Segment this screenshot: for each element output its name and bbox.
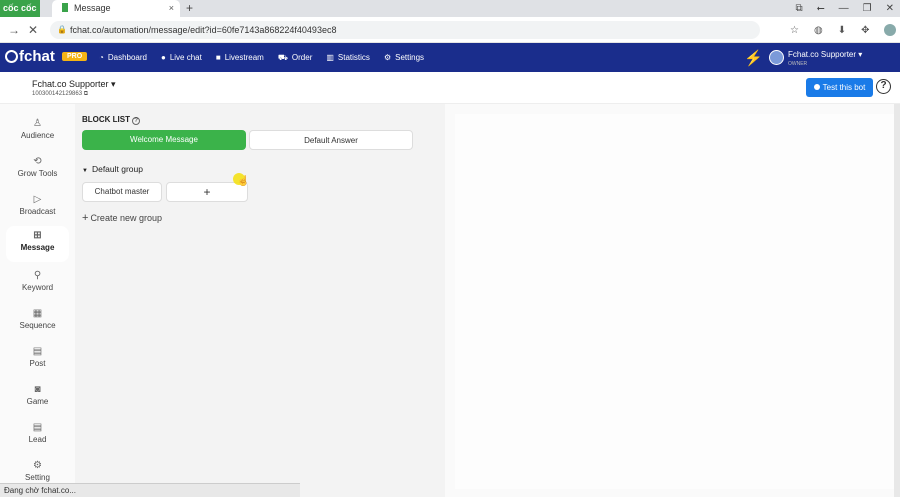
stop-loading-icon[interactable]: ✕ (28, 17, 38, 43)
editor-canvas (455, 114, 895, 489)
add-block-button[interactable]: + (166, 182, 248, 202)
default-answer-button[interactable]: Default Answer (249, 130, 413, 150)
create-new-group-link[interactable]: + Create new group (82, 212, 162, 224)
download-box-icon[interactable]: ⬇ (838, 25, 846, 36)
browser-tab-strip: cốc cốc Message × + ⧉ ⭠ — ❐ ✕ (0, 0, 900, 17)
grow-tools-icon: ⟲ (33, 156, 42, 167)
block-list-title: BLOCK LIST? (82, 115, 140, 125)
fchat-logo[interactable]: fchat (5, 48, 55, 66)
close-window-icon[interactable]: ✕ (886, 0, 894, 17)
keyword-icon: ⚲ (33, 270, 42, 281)
nav-livestream[interactable]: ■ Livestream (216, 53, 264, 62)
sidebar-item-sequence[interactable]: ▦ Sequence (6, 304, 69, 338)
browser-toolbar-icons: ☆ ◍ ⬇ ✥ ⤓ (790, 17, 900, 43)
chat-bubble-icon: ● (160, 53, 166, 62)
welcome-message-button[interactable]: Welcome Message (82, 130, 246, 150)
caret-down-icon: ▼ (82, 168, 88, 174)
lead-icon: ▤ (32, 422, 43, 433)
dashboard-icon: ◔ (99, 53, 104, 62)
bookmark-star-icon[interactable]: ☆ (790, 25, 799, 36)
audience-icon: ♙ (33, 118, 42, 129)
video-camera-icon: ■ (215, 53, 221, 62)
block-chatbot-master[interactable]: Chatbot master (82, 182, 162, 202)
close-tab-icon[interactable]: × (169, 0, 174, 17)
nav-dashboard[interactable]: ◔ Dashboard (99, 53, 147, 62)
sidebar-item-keyword[interactable]: ⚲ Keyword (6, 266, 69, 300)
sidebar-item-post[interactable]: ▤ Post (6, 342, 69, 376)
lightning-icon[interactable]: ⚡ (744, 49, 763, 67)
bar-chart-icon: ▥ (326, 53, 334, 62)
help-icon[interactable]: ? (876, 79, 891, 94)
main-nav: ◔ Dashboard ● Live chat ■ Livestream ⛟ Order… (99, 43, 424, 72)
fchat-favicon-icon (62, 3, 68, 12)
browser-address-row: → ✕ 🔒 fchat.co/automation/message/edit?i… (0, 17, 900, 43)
user-name: Fchat.co Supporter ▾ (788, 50, 863, 59)
block-editor-area (445, 104, 895, 497)
page-id: 100300142129863 ⧉ (32, 91, 89, 97)
browser-status-bar: Đang chờ fchat.co... (0, 483, 300, 497)
app-top-nav: fchat PRO ◔ Dashboard ● Live chat ■ Livestr… (0, 43, 900, 72)
game-icon: ◙ (34, 384, 41, 395)
browser-tab-message[interactable]: Message × (52, 0, 180, 17)
broadcast-icon: ▷ (33, 194, 42, 205)
sequence-icon: ▦ (32, 308, 43, 319)
profile-avatar[interactable] (884, 24, 897, 36)
browser-brand-logo[interactable]: cốc cốc (0, 0, 40, 17)
window-controls: ⧉ ⭠ — ❐ ✕ (796, 0, 895, 17)
page-selector[interactable]: Fchat.co Supporter ▾ (32, 79, 116, 90)
user-avatar (769, 50, 784, 65)
nav-live-chat[interactable]: ● Live chat (161, 53, 202, 62)
sidebar-item-game[interactable]: ◙ Game (6, 380, 69, 414)
test-this-bot-button[interactable]: Test this bot (806, 78, 873, 97)
forward-arrow-icon[interactable]: → (8, 17, 20, 43)
nav-settings[interactable]: ⚙ Settings (384, 53, 424, 62)
nav-order[interactable]: ⛟ Order (278, 53, 313, 63)
sidebar-item-audience[interactable]: ♙ Audience (6, 114, 69, 148)
sidebar: ♙ Audience ⟲ Grow Tools ▷ Broadcast ⊞ Messag… (0, 104, 75, 497)
extensions-puzzle-icon[interactable]: ✥ (861, 25, 869, 36)
url-text: fchat.co/automation/message/edit?id=60fe… (70, 25, 337, 35)
back-history-icon[interactable]: ⭠ (817, 0, 825, 17)
lock-icon: 🔒 (57, 25, 67, 34)
cart-icon: ⛟ (277, 52, 288, 62)
pointer-hand-icon: ☝ (237, 176, 250, 187)
page-scrollbar[interactable] (894, 104, 900, 497)
group-header[interactable]: ▼ Default group (82, 164, 143, 174)
shield-icon[interactable]: ◍ (814, 25, 823, 36)
post-icon: ▤ (32, 346, 43, 357)
tab-title: Message (74, 3, 111, 13)
minimize-icon[interactable]: — (839, 0, 849, 17)
logo-circle-icon (5, 50, 18, 63)
help-circle-icon[interactable]: ? (132, 117, 140, 125)
messenger-icon (813, 84, 820, 90)
plus-icon: + (82, 212, 89, 224)
maximize-icon[interactable]: ❐ (863, 0, 872, 17)
nav-statistics[interactable]: ▥ Statistics (326, 53, 370, 62)
url-bar[interactable]: 🔒 fchat.co/automation/message/edit?id=60… (50, 21, 760, 39)
page-header: Fchat.co Supporter ▾ 100300142129863 ⧉ T… (0, 72, 900, 104)
gear-icon: ⚙ (383, 53, 392, 62)
setting-icon: ⚙ (33, 460, 42, 471)
sidebar-item-message[interactable]: ⊞ Message (6, 226, 69, 262)
block-list-panel: BLOCK LIST? Welcome Message Default Answ… (75, 104, 445, 497)
mouse-cursor-highlight: ☝ (233, 173, 249, 187)
sidebar-item-grow-tools[interactable]: ⟲ Grow Tools (6, 152, 69, 186)
user-role: OWNER (788, 61, 808, 67)
sidebar-item-broadcast[interactable]: ▷ Broadcast (6, 190, 69, 224)
pro-badge: PRO (62, 52, 88, 61)
sidebar-item-lead[interactable]: ▤ Lead (6, 418, 69, 452)
restore-tabs-icon[interactable]: ⧉ (796, 0, 803, 17)
message-icon: ⊞ (33, 230, 42, 241)
new-tab-button[interactable]: + (186, 0, 193, 17)
